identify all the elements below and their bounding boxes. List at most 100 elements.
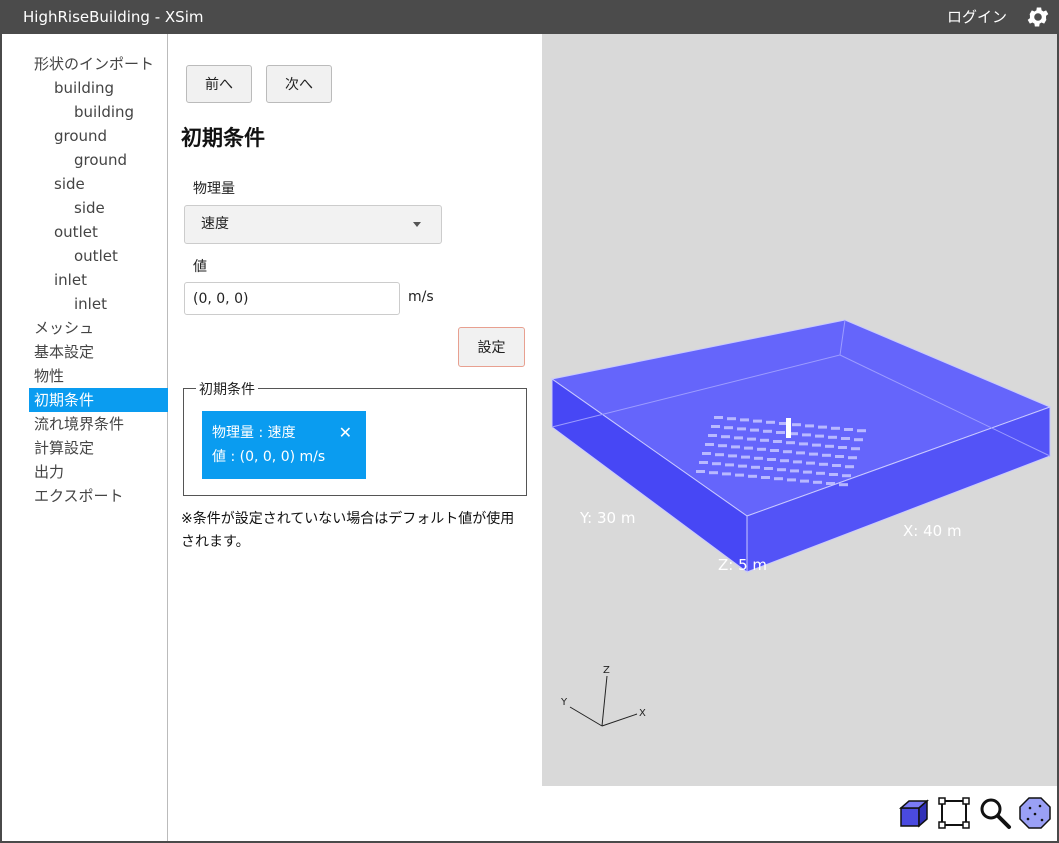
building-block: [740, 418, 749, 422]
building-block: [763, 429, 772, 433]
quantity-label: 物理量: [193, 181, 235, 197]
set-button[interactable]: 設定: [458, 327, 525, 367]
default-note: ※条件が設定されていない場合はデフォルト値が使用されます。: [181, 511, 515, 550]
sidebar-item[interactable]: building: [2, 100, 167, 124]
next-button[interactable]: 次へ: [266, 65, 332, 103]
dim-y-label: Y: 30 m: [580, 509, 636, 527]
building-block: [718, 444, 727, 448]
quantity-select[interactable]: 速度: [184, 205, 442, 244]
building-block: [802, 433, 811, 437]
building-block: [766, 420, 775, 424]
sidebar-item[interactable]: side: [2, 172, 167, 196]
building-block: [816, 471, 825, 475]
building-block: [731, 445, 740, 449]
sidebar-item[interactable]: building: [2, 76, 167, 100]
building-block: [839, 483, 848, 487]
gear-icon[interactable]: [1025, 4, 1051, 30]
sidebar-item[interactable]: メッシュ: [2, 316, 167, 340]
sidebar-item[interactable]: 流れ境界条件: [2, 412, 167, 436]
sidebar-item[interactable]: エクスポート: [2, 484, 167, 508]
building-block: [708, 434, 717, 437]
building-block: [753, 419, 762, 423]
building-block: [715, 453, 724, 457]
page-title: 初期条件: [181, 126, 265, 150]
dim-x-label: X: 40 m: [903, 522, 962, 540]
building-block: [777, 468, 786, 472]
viewport-toolbar: [542, 786, 1057, 841]
building-block: [848, 456, 857, 460]
building-block: [767, 458, 776, 461]
building-block: [751, 465, 760, 469]
condition-chip[interactable]: 物理量 : 速度 値 : (0, 0, 0) m/s ✕: [202, 411, 366, 479]
sidebar-item[interactable]: 形状のインポート: [2, 52, 167, 76]
app-frame: 形状のインポート building building ground ground side…: [2, 34, 1057, 841]
building-block: [841, 437, 850, 440]
sidebar-item[interactable]: ground: [2, 124, 167, 148]
app-title: HighRiseBuilding - XSim: [23, 8, 204, 26]
building-block: [741, 455, 750, 459]
building-block: [699, 461, 708, 464]
sidebar-item[interactable]: ground: [2, 148, 167, 172]
building-block: [799, 442, 808, 446]
cube-view-icon[interactable]: [897, 796, 931, 830]
building-block: [754, 456, 763, 460]
high-rise-building: [786, 418, 791, 438]
point-cloud-icon[interactable]: [1018, 796, 1052, 830]
building-block: [702, 452, 711, 455]
building-block: [829, 473, 838, 476]
building-block: [727, 417, 736, 421]
building-block: [696, 470, 705, 473]
sidebar-item[interactable]: 出力: [2, 460, 167, 484]
conditions-fieldset: 初期条件 物理量 : 速度 値 : (0, 0, 0) m/s ✕: [183, 379, 527, 496]
building-block: [851, 447, 860, 451]
sidebar-item[interactable]: outlet: [2, 220, 167, 244]
building-block: [783, 450, 792, 454]
sidebar-item[interactable]: side: [2, 196, 167, 220]
building-block: [738, 464, 747, 468]
building-block: [735, 473, 744, 477]
building-block: [728, 454, 737, 458]
box-top-face: [550, 319, 1052, 517]
unit-label: m/s: [408, 289, 434, 305]
settings-panel: 前へ 次へ 初期条件 物理量 速度 値 m/s 設定 初期条件 物理量 : 速度…: [168, 34, 542, 841]
value-input[interactable]: [184, 282, 400, 315]
building-block: [812, 443, 821, 447]
sidebar-item[interactable]: inlet: [2, 292, 167, 316]
building-block: [780, 459, 789, 463]
chip-value: 値 : (0, 0, 0) m/s: [212, 449, 326, 465]
login-link[interactable]: ログイン: [947, 6, 1007, 27]
building-block: [747, 437, 756, 441]
building-block: [721, 435, 730, 439]
close-icon[interactable]: ✕: [339, 421, 352, 445]
building-block: [748, 474, 757, 478]
axis-y-label: Y: [560, 697, 568, 708]
building-block: [822, 453, 831, 457]
sidebar-item[interactable]: 物性: [2, 364, 167, 388]
axis-x-label: X: [639, 708, 646, 719]
building-block: [734, 436, 743, 440]
fit-view-icon[interactable]: [937, 796, 971, 830]
sidebar-item[interactable]: inlet: [2, 268, 167, 292]
prev-button[interactable]: 前へ: [186, 65, 252, 103]
sidebar-item[interactable]: outlet: [2, 244, 167, 268]
value-label: 値: [193, 259, 207, 275]
sidebar-nav: 形状のインポート building building ground ground side…: [2, 34, 168, 841]
sidebar-item[interactable]: 基本設定: [2, 340, 167, 364]
building-block: [787, 478, 796, 482]
title-bar: HighRiseBuilding - XSim ログイン: [0, 0, 1059, 34]
building-block: [773, 440, 782, 443]
building-block: [806, 461, 815, 465]
building-block: [857, 429, 866, 433]
building-block: [711, 425, 720, 428]
3d-viewport[interactable]: Y: 30 m X: 40 m Z: 5 m Z X Y: [542, 34, 1057, 786]
building-block: [832, 464, 841, 467]
building-block: [770, 449, 779, 452]
sidebar-item[interactable]: 初期条件: [29, 388, 168, 412]
caret-down-icon: [413, 222, 421, 227]
building-block: [826, 482, 835, 485]
building-block: [809, 452, 818, 456]
building-block: [744, 446, 753, 450]
sidebar-item[interactable]: 計算設定: [2, 436, 167, 460]
building-block: [815, 434, 824, 438]
zoom-icon[interactable]: [978, 796, 1012, 830]
